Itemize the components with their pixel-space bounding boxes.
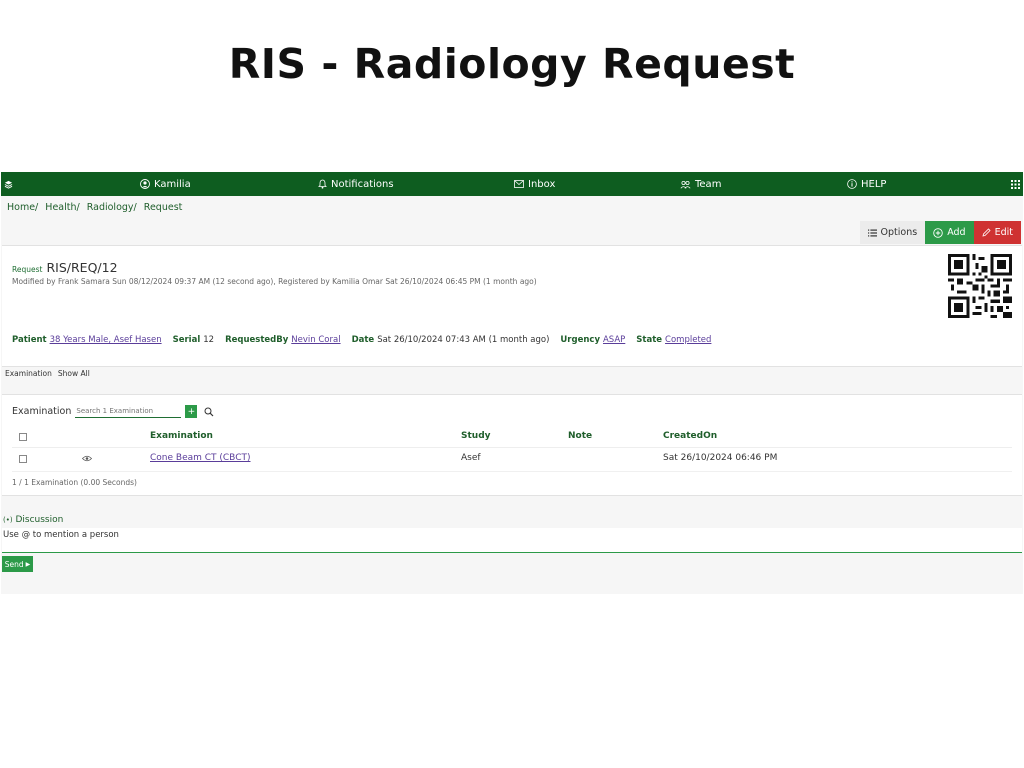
request-card: Request RIS/REQ/12 Modified by Frank Sam…: [2, 245, 1022, 367]
options-button[interactable]: Options: [859, 221, 926, 244]
eye-icon[interactable]: [82, 455, 92, 462]
createdon-cell: Sat 26/10/2024 06:46 PM: [663, 453, 778, 463]
user-icon: [140, 179, 150, 189]
examination-search-input[interactable]: [75, 405, 182, 418]
discussion-input[interactable]: Use @ to mention a person: [2, 528, 1022, 553]
select-all-checkbox[interactable]: [19, 433, 27, 441]
requestedby-label: RequestedBy: [225, 335, 289, 345]
request-label: Request: [12, 265, 43, 274]
tab-examination[interactable]: Examination: [5, 369, 52, 378]
requestedby-link[interactable]: Nevin Coral: [291, 335, 340, 345]
add-examination-button[interactable]: +: [185, 405, 198, 418]
state-link[interactable]: Completed: [665, 335, 711, 345]
send-button-label: Send: [4, 559, 24, 569]
serial-label: Serial: [172, 335, 201, 345]
edit-button-label: Edit: [994, 227, 1013, 238]
page-heading: RIS - Radiology Request: [228, 40, 796, 88]
section-tabs: Examination Show All: [5, 369, 90, 378]
top-navbar: Kamilia Notifications Inbox Team HELP: [1, 172, 1023, 196]
examination-table-header: Examination Study Note CreatedOn: [12, 427, 1012, 448]
info-icon: [847, 179, 857, 189]
field-state: State Completed: [636, 335, 711, 345]
tab-show-all[interactable]: Show All: [58, 369, 90, 378]
request-title: Request RIS/REQ/12: [12, 260, 118, 275]
col-createdon[interactable]: CreatedOn: [663, 431, 717, 441]
team-icon: [680, 180, 691, 189]
add-button-label: Add: [947, 227, 966, 238]
grid-icon[interactable]: [1011, 172, 1020, 196]
breadcrumb-health[interactable]: Health/: [45, 202, 79, 213]
discussion-placeholder: Use @ to mention a person: [3, 530, 119, 540]
nav-team-label: Team: [695, 178, 722, 190]
request-fields: Patient 38 Years Male, Asef Hasen Serial 1…: [12, 335, 711, 345]
state-label: State: [636, 335, 663, 345]
examination-summary: 1 / 1 Examination (0.00 Seconds): [12, 478, 137, 487]
field-patient: Patient 38 Years Male, Asef Hasen: [12, 335, 162, 345]
study-cell: Asef: [461, 453, 481, 463]
breadcrumb-radiology[interactable]: Radiology/: [87, 202, 137, 213]
date-label: Date: [351, 335, 375, 345]
nav-notifications-label: Notifications: [331, 178, 394, 190]
col-note[interactable]: Note: [568, 431, 592, 441]
serial-value: 12: [203, 335, 215, 345]
nav-team[interactable]: Team: [680, 172, 721, 196]
nav-user-label: Kamilia: [154, 178, 191, 190]
breadcrumb-request: Request: [143, 202, 183, 213]
urgency-label: Urgency: [560, 335, 600, 345]
examination-header: Examination +: [12, 405, 214, 418]
breadcrumb: Home/ Health/ Radiology/ Request: [7, 202, 186, 213]
action-toolbar: Options Add Edit: [859, 221, 1021, 244]
col-examination[interactable]: Examination: [150, 431, 213, 441]
examination-title: Examination: [12, 406, 72, 417]
search-icon[interactable]: [204, 407, 214, 417]
field-serial: Serial 12: [173, 335, 214, 345]
field-urgency: Urgency ASAP: [560, 335, 625, 345]
examination-link[interactable]: Cone Beam CT (CBCT): [150, 453, 251, 463]
patient-link[interactable]: 38 Years Male, Asef Hasen: [50, 335, 162, 345]
qr-code-icon: [948, 254, 1012, 318]
row-checkbox[interactable]: [19, 455, 27, 463]
plus-circle-icon: [933, 227, 943, 238]
send-button[interactable]: Send ▶: [2, 556, 33, 572]
list-icon: [867, 229, 877, 236]
nav-inbox[interactable]: Inbox: [514, 172, 555, 196]
pencil-icon: [982, 228, 991, 237]
bell-icon: [318, 179, 327, 189]
nav-help[interactable]: HELP: [847, 172, 886, 196]
patient-label: Patient: [12, 335, 47, 345]
nav-notifications[interactable]: Notifications: [318, 172, 394, 196]
breadcrumb-home[interactable]: Home/: [7, 202, 38, 213]
nav-user[interactable]: Kamilia: [140, 172, 191, 196]
send-arrow-icon: ▶: [25, 560, 31, 568]
layers-icon[interactable]: [4, 172, 13, 196]
field-requestedby: RequestedBy Nevin Coral: [225, 335, 340, 345]
request-modified-info: Modified by Frank Samara Sun 08/12/2024 …: [12, 277, 537, 286]
examination-card: Examination + Examination Study Note Cre…: [2, 394, 1022, 496]
urgency-link[interactable]: ASAP: [603, 335, 625, 345]
table-row[interactable]: Cone Beam CT (CBCT) Asef Sat 26/10/2024 …: [12, 449, 1012, 472]
nav-help-label: HELP: [861, 178, 887, 190]
field-date: Date Sat 26/10/2024 07:43 AM (1 month ago…: [352, 335, 550, 345]
col-study[interactable]: Study: [461, 431, 491, 441]
envelope-icon: [514, 180, 524, 188]
broadcast-icon: (•): [3, 516, 13, 524]
discussion-label-text: Discussion: [15, 515, 64, 525]
date-value: Sat 26/10/2024 07:43 AM (1 month ago): [377, 335, 550, 345]
edit-button[interactable]: Edit: [973, 221, 1021, 244]
nav-inbox-label: Inbox: [528, 178, 556, 190]
add-button[interactable]: Add: [925, 221, 974, 244]
request-id: RIS/REQ/12: [46, 260, 118, 275]
options-button-label: Options: [880, 227, 918, 238]
discussion-label: (•) Discussion: [3, 515, 63, 525]
app-window: Kamilia Notifications Inbox Team HELP Ho…: [1, 172, 1023, 594]
